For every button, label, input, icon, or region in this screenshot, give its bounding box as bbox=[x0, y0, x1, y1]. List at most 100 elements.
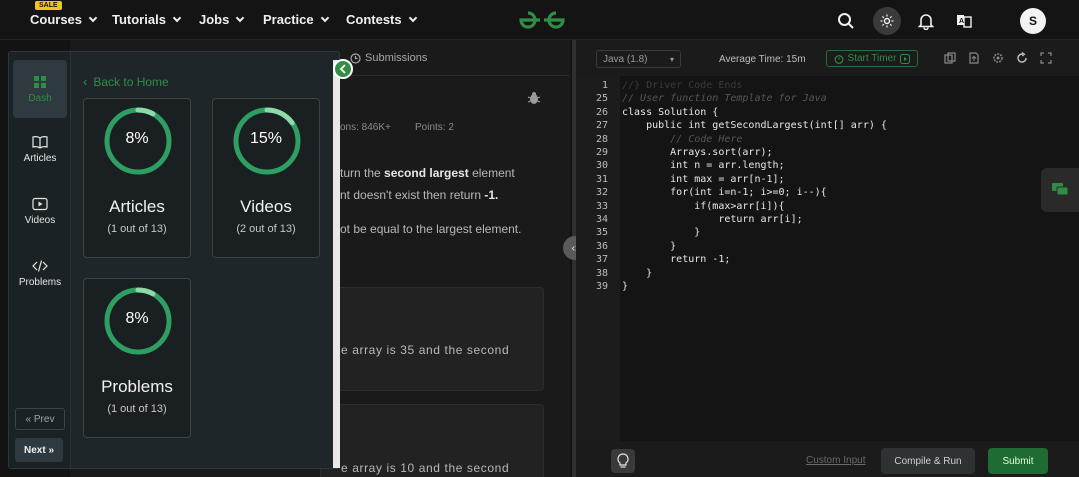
settings-icon[interactable] bbox=[992, 52, 1004, 64]
problem-text-line-1-start: turn the bbox=[340, 166, 385, 180]
lightbulb-icon[interactable] bbox=[611, 449, 635, 473]
back-to-home-link[interactable]: ‹ Back to Home bbox=[83, 74, 169, 89]
progress-card-count: (1 out of 13) bbox=[107, 223, 167, 235]
rail-item-videos[interactable]: Videos bbox=[13, 182, 67, 240]
nav-tutorials[interactable]: Tutorials bbox=[112, 12, 182, 27]
reset-icon[interactable] bbox=[1016, 52, 1028, 64]
language-select-value: Java (1.8) bbox=[603, 53, 648, 65]
progress-card-title: Articles bbox=[109, 197, 165, 216]
chevrons-right-icon: » bbox=[45, 444, 55, 456]
example-box-1: e array is 35 and the second bbox=[320, 287, 544, 391]
bell-icon[interactable] bbox=[913, 8, 939, 34]
line-number-gutter: 1 25 26 27 28 29 30 31 32 33 34 35 36 37 38 39 bbox=[576, 76, 620, 441]
example-2-text: e array is 10 and the second bbox=[341, 461, 510, 475]
average-time: Average Time: 15m bbox=[719, 54, 806, 65]
top-nav: SALE Courses Tutorials Jobs Practice Con… bbox=[0, 0, 1079, 40]
progress-percent: 8% bbox=[125, 130, 149, 147]
line-number: 27 bbox=[595, 120, 608, 132]
nav-practice[interactable]: Practice bbox=[263, 12, 329, 27]
meta-points: Points: 2 bbox=[415, 122, 454, 133]
line-number: 36 bbox=[595, 240, 608, 252]
timer-icon bbox=[834, 54, 843, 64]
nav-courses[interactable]: Courses bbox=[30, 12, 98, 27]
svg-text:A: A bbox=[959, 18, 964, 25]
code-icon bbox=[32, 259, 48, 272]
chat-icon[interactable] bbox=[1041, 168, 1079, 212]
report-bug-icon[interactable] bbox=[527, 91, 541, 105]
chevron-left-icon bbox=[339, 64, 346, 74]
tab-submissions[interactable]: Submissions bbox=[350, 52, 427, 64]
problem-text-line-3: ot be equal to the largest element. bbox=[340, 222, 522, 236]
line-number: 34 bbox=[595, 214, 608, 225]
example-box-2: e array is 10 and the second bbox=[320, 404, 544, 477]
code-line: int n = arr.length; bbox=[622, 160, 785, 172]
nav-practice-label: Practice bbox=[263, 12, 314, 27]
rail-item-dash-label: Dash bbox=[28, 92, 52, 104]
chevron-down-icon bbox=[408, 13, 417, 22]
submit-button[interactable]: Submit bbox=[988, 448, 1048, 474]
chevron-down-icon: ▾ bbox=[669, 54, 674, 64]
progress-card-count: (2 out of 13) bbox=[236, 223, 296, 235]
upload-file-icon[interactable] bbox=[968, 52, 980, 64]
avatar[interactable]: S bbox=[1020, 8, 1046, 34]
tab-submissions-label: Submissions bbox=[365, 52, 428, 64]
theme-toggle-icon[interactable] bbox=[873, 7, 901, 35]
code-line: } bbox=[622, 227, 701, 239]
code-area[interactable]: //} Driver Code Ends // User function Tem… bbox=[620, 76, 1079, 441]
code-line: for(int i=n-1; i>=0; i--){ bbox=[622, 187, 827, 199]
line-number: 28 bbox=[595, 133, 608, 145]
progress-card-problems[interactable]: 8% Problems (1 out of 13) bbox=[83, 278, 191, 438]
rail-item-articles[interactable]: Articles bbox=[13, 120, 67, 178]
next-button[interactable]: Next » bbox=[15, 438, 63, 462]
code-line: public int getSecondLargest(int[] arr) { bbox=[622, 120, 887, 132]
chevron-down-icon bbox=[88, 13, 98, 22]
prev-button[interactable]: « Prev bbox=[15, 408, 65, 430]
nav-jobs[interactable]: Jobs bbox=[199, 12, 245, 27]
collapse-drawer-button[interactable] bbox=[333, 59, 353, 79]
drawer-main: ‹ Back to Home 8% Articles (1 out of 13)… bbox=[71, 52, 333, 468]
line-number: 31 bbox=[595, 173, 608, 185]
problem-text-line-2-start: nt doesn't exist then return bbox=[340, 188, 485, 202]
progress-card-title: Problems bbox=[101, 377, 173, 396]
code-line: return -1; bbox=[622, 254, 731, 266]
code-line: } bbox=[622, 267, 653, 279]
code-line: // Code Here bbox=[622, 133, 743, 145]
progress-percent: 8% bbox=[125, 310, 149, 327]
gfg-logo-icon[interactable] bbox=[515, 7, 569, 33]
next-button-label: Next bbox=[23, 444, 46, 456]
copy-icon[interactable] bbox=[944, 52, 956, 64]
chevron-down-icon bbox=[320, 13, 329, 22]
dashboard-icon bbox=[34, 75, 46, 88]
rail-item-dash[interactable]: Dash bbox=[13, 60, 67, 118]
drawer-scrollbar[interactable] bbox=[333, 60, 340, 468]
fullscreen-icon[interactable] bbox=[1040, 52, 1052, 64]
nav-contests[interactable]: Contests bbox=[346, 12, 417, 27]
code-line: return arr[i]; bbox=[622, 214, 803, 225]
chevron-down-icon bbox=[172, 13, 182, 22]
sale-badge: SALE bbox=[35, 1, 62, 10]
progress-card-count: (1 out of 13) bbox=[107, 403, 167, 415]
play-icon bbox=[900, 53, 911, 64]
code-line: } bbox=[622, 240, 677, 252]
custom-input-link[interactable]: Custom Input bbox=[806, 455, 865, 466]
search-icon[interactable] bbox=[833, 8, 859, 34]
translate-icon[interactable]: A bbox=[951, 8, 977, 34]
code-line: if(max>arr[i]){ bbox=[622, 200, 785, 212]
video-icon bbox=[32, 197, 48, 210]
progress-percent: 15% bbox=[249, 130, 283, 147]
line-number: 33 bbox=[595, 200, 608, 212]
rail-item-problems[interactable]: Problems bbox=[13, 244, 67, 302]
line-number: 25 bbox=[595, 93, 608, 105]
language-select[interactable]: Java (1.8) ▾ bbox=[596, 50, 681, 68]
code-line: int max = arr[n-1]; bbox=[622, 173, 785, 185]
code-line: // User function Template for Java bbox=[622, 93, 827, 105]
editor-toolbar: Java (1.8) ▾ Average Time: 15m Start Time… bbox=[576, 40, 1079, 76]
progress-card-videos[interactable]: 15% Videos (2 out of 13) bbox=[212, 98, 320, 258]
progress-card-articles[interactable]: 8% Articles (1 out of 13) bbox=[83, 98, 191, 258]
nav-tutorials-label: Tutorials bbox=[112, 12, 166, 27]
start-timer-button[interactable]: Start Timer bbox=[826, 50, 918, 67]
code-line: //} Driver Code Ends bbox=[622, 80, 743, 91]
compile-run-button[interactable]: Compile & Run bbox=[881, 448, 975, 474]
line-number: 30 bbox=[595, 160, 608, 172]
example-1-text: e array is 35 and the second bbox=[341, 343, 510, 357]
